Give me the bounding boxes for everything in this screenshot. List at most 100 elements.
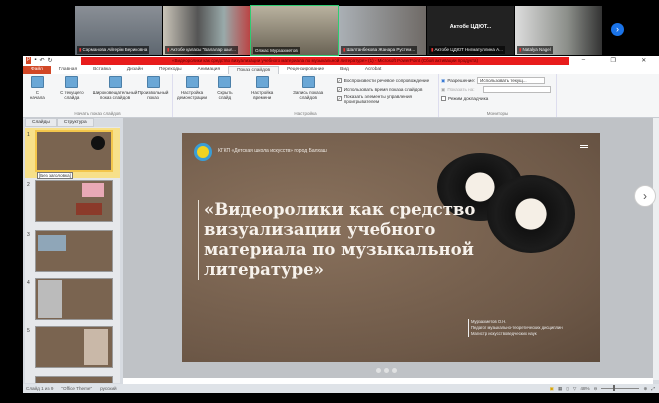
language[interactable]: русский — [100, 386, 116, 391]
broadcast-button[interactable]: Широковещательный показ слайдов — [92, 76, 138, 109]
show-media-controls-checkbox[interactable]: ✓ Показать элементы управления проигрыват… — [336, 93, 436, 104]
participant-name: Актобе ЦДЮТ Нигматуллина А... — [434, 47, 503, 52]
undo-icon[interactable]: ↶ — [39, 57, 44, 64]
participant-tile[interactable]: Актобе ЦДЮТ... ▮Актобе ЦДЮТ Нигматуллина … — [427, 6, 514, 55]
label: С текущего слайда — [60, 90, 84, 100]
show-on-select[interactable] — [482, 86, 551, 93]
from-current-button[interactable]: С текущего слайда — [50, 76, 94, 109]
reading-view-icon[interactable]: ▯ — [566, 386, 569, 392]
tab-acrobat[interactable]: Acrobat — [357, 66, 390, 74]
participant-name: Актобе қаласы "Балалар шығ... — [170, 47, 236, 52]
redo-icon[interactable]: ↻ — [48, 57, 53, 64]
label: Настройка времени — [251, 90, 274, 100]
tab-home[interactable]: Главная — [51, 66, 85, 74]
vertical-scrollbar[interactable] — [653, 118, 659, 380]
slideshow-icon[interactable]: ▽ — [573, 386, 577, 392]
slides-pane: 1 [Без заголовка] 2 3 4 5 — [25, 127, 120, 383]
tab-slides[interactable]: Слайды — [25, 118, 57, 127]
school-logo — [194, 143, 212, 161]
title-line: «Видеоролики как средство — [204, 200, 476, 219]
theme-name: "Office Theme" — [61, 386, 93, 391]
zoom-out-icon[interactable]: ⊖ — [594, 386, 598, 392]
label: Показать элементы управления проигрывате… — [343, 93, 413, 104]
slide-number: 5 — [27, 328, 30, 334]
fit-window-icon[interactable]: ⤢ — [651, 386, 655, 391]
ribbon: С начала С текущего слайда Широковещател… — [23, 74, 659, 118]
menu-icon — [580, 145, 588, 148]
group-label: Настройка — [294, 111, 317, 116]
resolution-select[interactable]: Использовать текущ... — [477, 77, 546, 84]
tab-insert[interactable]: Вставка — [85, 66, 119, 74]
label: Широковещательный показ слайдов — [92, 90, 138, 100]
projector-icon — [30, 76, 44, 88]
zoom-slider[interactable] — [601, 385, 640, 391]
title-line: визуализации учебного — [204, 220, 436, 239]
normal-view-icon[interactable]: ▣ — [550, 386, 554, 392]
tooltip: [Без заголовка] — [37, 172, 73, 179]
save-icon[interactable]: ▪ — [34, 57, 36, 64]
minimize-button[interactable]: – — [582, 57, 585, 64]
tab-file[interactable]: Файл — [23, 66, 51, 74]
author-block: Мурзахметов О.Н. Педагог музыкально-теор… — [468, 319, 563, 337]
current-slide[interactable]: КГКП «Детская школа искусств» город Балх… — [182, 133, 600, 362]
group-label: Начать показ слайдов — [74, 111, 121, 116]
ribbon-tabs: Файл Главная Вставка Дизайн Переходы Ани… — [23, 65, 659, 74]
slide-thumbnail[interactable] — [35, 130, 113, 172]
checkbox — [441, 96, 446, 101]
zoom-in-icon[interactable]: ⊕ — [643, 386, 647, 392]
projector-icon — [65, 76, 79, 88]
participant-tile[interactable]: ▮Сәрманова Айгерім Бериковна — [75, 6, 162, 55]
setup-show-button[interactable]: Настройка демонстрации — [175, 76, 209, 109]
slide-thumbnail[interactable] — [35, 230, 113, 272]
participant-tile[interactable]: ▮Актобе қаласы "Балалар шығ... — [163, 6, 250, 55]
slide-thumbnail[interactable] — [35, 376, 113, 383]
slide-thumbnail[interactable] — [35, 326, 113, 368]
title-line: литературе» — [204, 260, 324, 279]
loading-dots — [376, 368, 397, 373]
tab-review[interactable]: Рецензирование — [279, 66, 332, 74]
participant-tile[interactable]: ▮Шалтанбекова Жанара Рустем... — [339, 6, 426, 55]
presenter-view-checkbox[interactable]: Режим докладчика — [441, 94, 554, 103]
rehearse-timings-button[interactable]: Настройка времени — [241, 76, 284, 109]
checkmark-icon: ✓ — [336, 78, 342, 83]
slide-number: 3 — [27, 232, 30, 238]
powerpoint-logo-icon: P — [26, 57, 32, 64]
participant-tile[interactable]: ▮Natalya Nagel — [515, 6, 602, 55]
hide-slide-button[interactable]: Скрыть слайд — [209, 76, 241, 109]
participant-name: Natalya Nagel — [522, 47, 551, 52]
slide-counter: Слайд 1 из 9 — [26, 386, 54, 391]
quick-access-toolbar: P ▪ ↶ ↻ — [23, 57, 81, 64]
tab-design[interactable]: Дизайн — [119, 66, 151, 74]
slide-thumbnail[interactable] — [35, 278, 113, 320]
label: Воспроизвести речевое сопровождение — [343, 78, 430, 83]
slide-thumbnail[interactable] — [35, 180, 113, 222]
tab-slideshow[interactable]: Показ слайдов — [228, 66, 280, 74]
timer-icon — [255, 76, 269, 88]
play-narrations-checkbox[interactable]: ✓ Воспроизвести речевое сопровождение — [336, 76, 436, 85]
slide-sorter-icon[interactable]: ▦ — [558, 386, 562, 392]
slide-number: 2 — [27, 182, 30, 188]
participant-label: Актобе ЦДЮТ... — [449, 24, 492, 30]
monitor-icon: ▣ — [441, 77, 446, 83]
hide-slide-icon — [218, 76, 232, 88]
tab-view[interactable]: Вид — [332, 66, 357, 74]
tab-transitions[interactable]: Переходы — [151, 66, 190, 74]
window-title: «Видеоролики как средство визуализации у… — [81, 56, 569, 65]
custom-show-button[interactable]: Произвольный показ — [136, 76, 170, 109]
participant-name: Олжас Мурзахметов — [255, 48, 298, 53]
chevron-right-icon[interactable]: › — [611, 23, 624, 36]
close-button[interactable]: ✕ — [641, 57, 646, 64]
zoom-level[interactable]: 48% — [580, 386, 589, 391]
slide-title: «Видеоролики как средство визуализации у… — [198, 200, 475, 280]
tab-animations[interactable]: Анимация — [190, 66, 229, 74]
title-line: материала по музыкальной — [204, 240, 474, 259]
record-show-button[interactable]: Запись показа слайдов — [284, 76, 333, 109]
chevron-right-icon[interactable]: › — [634, 185, 656, 207]
participant-tile-active[interactable]: Олжас Мурзахметов — [250, 5, 339, 56]
restore-button[interactable]: ❐ — [610, 57, 615, 64]
tab-outline[interactable]: Структура — [56, 118, 94, 127]
custom-show-icon — [146, 76, 160, 88]
from-beginning-button[interactable]: С начала — [25, 76, 50, 109]
label: Режим докладчика — [448, 96, 489, 101]
label: Разрешение: — [447, 78, 476, 83]
